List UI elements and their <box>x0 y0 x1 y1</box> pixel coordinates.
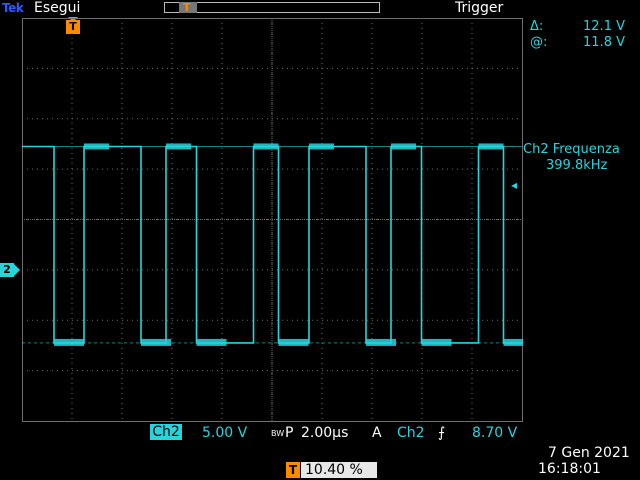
horizontal-position-icon: T <box>286 462 300 478</box>
trigger-level-arrow-icon: ◂ <box>511 178 518 192</box>
brand-logo: Tek <box>2 1 24 15</box>
graticule <box>22 18 523 422</box>
date: 7 Gen 2021 <box>548 445 630 461</box>
peak-detect-icon: P <box>285 425 294 441</box>
acquisition-mode: A <box>372 425 382 441</box>
top-bar: Tek Esegui T Trigger <box>0 0 640 18</box>
waveform-display[interactable] <box>22 18 523 422</box>
at-symbol: @: <box>530 35 548 50</box>
run-state[interactable]: Esegui <box>34 0 80 16</box>
record-trigger-marker: T <box>183 1 191 14</box>
trigger-status[interactable]: Trigger <box>455 0 503 16</box>
measurement-value: 399.8kHz <box>546 158 608 173</box>
horizontal-position[interactable]: 10.40 % <box>301 462 377 478</box>
ch2-marker-arrow-icon <box>14 264 20 276</box>
at-value: 11.8 V <box>583 35 625 50</box>
measurement-label: Ch2 Frequenza <box>523 142 620 157</box>
cursor-readout: Δ: 12.1 V @: 11.8 V <box>530 19 625 51</box>
ch2-ground-marker[interactable]: 2 <box>0 263 14 277</box>
delta-symbol: Δ: <box>530 19 544 34</box>
trigger-channel: Ch2 <box>397 425 425 441</box>
rising-edge-icon: ⨍ <box>438 425 446 441</box>
trigger-level: 8.70 V <box>472 425 518 441</box>
delta-value: 12.1 V <box>583 19 625 34</box>
bandwidth-limit-icon: BW <box>271 429 285 438</box>
volts-per-div: 5.00 V <box>202 425 248 441</box>
time: 16:18:01 <box>538 461 601 477</box>
time-per-div: 2.00µs <box>301 425 349 441</box>
channel-box[interactable]: Ch2 <box>150 424 182 440</box>
